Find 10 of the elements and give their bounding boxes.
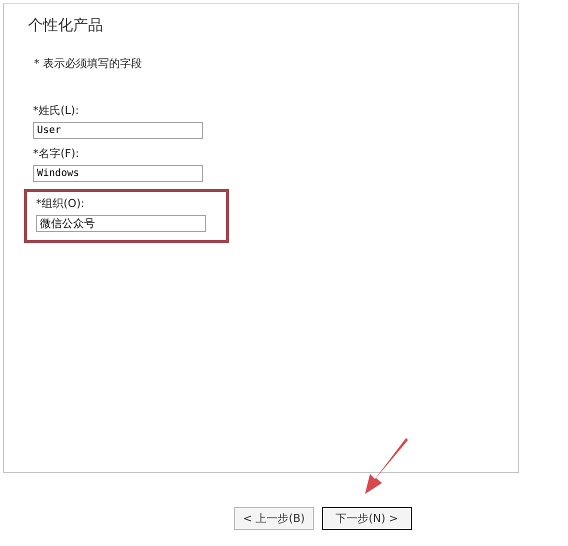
next-button[interactable]: 下一步(N) > xyxy=(322,507,412,530)
back-button[interactable]: < 上一步(B) xyxy=(234,507,314,530)
page-title: 个性化产品 xyxy=(28,16,104,35)
text-field[interactable]: Windows xyxy=(33,165,203,182)
text-field[interactable]: User xyxy=(33,122,203,139)
text-field[interactable]: 微信公众号 xyxy=(36,215,206,232)
required-note: * 表示必须填写的字段 xyxy=(34,56,143,71)
field-label: *姓氏(L): xyxy=(33,103,80,118)
field-label: *组织(O): xyxy=(36,196,86,211)
field-label: *名字(F): xyxy=(33,146,80,161)
